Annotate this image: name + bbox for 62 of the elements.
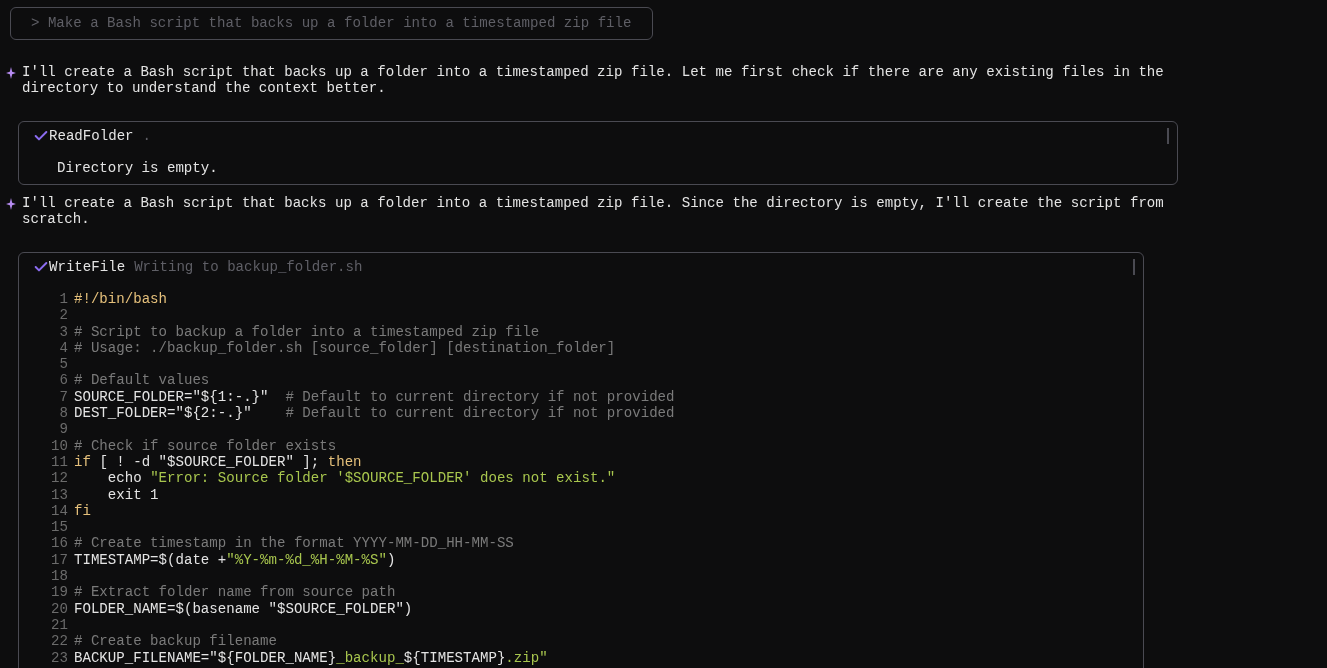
line-number: 11: [50, 453, 69, 471]
code-comment: # Check if source folder exists: [74, 437, 337, 454]
code-string: "%Y-%m-%d_%H-%M-%S": [226, 551, 387, 569]
line-number: 3: [58, 323, 69, 340]
line-number: 1: [58, 291, 69, 308]
scroll-indicator: [1133, 259, 1135, 275]
code-keyword: #!/bin/bash: [74, 291, 168, 308]
code-text: ${TIMESTAMP}: [403, 649, 506, 666]
tool-output: Directory is empty.: [57, 160, 219, 176]
tool-detail: Writing to backup_folder.sh: [134, 259, 363, 275]
sparkle-icon: [6, 67, 16, 79]
line-number: 22: [50, 633, 69, 650]
scroll-indicator: [1167, 128, 1169, 144]
line-number: 13: [50, 486, 69, 503]
code-text: FOLDER_NAME=$(basename "$SOURCE_FOLDER"): [74, 600, 413, 617]
code-comment: # Create backup filename: [74, 633, 277, 650]
line-number: 18: [50, 568, 69, 585]
code-string: "Error: Source folder '$SOURCE_FOLDER' does not exist.": [150, 470, 616, 487]
code-comment: # Usage: ./backup_folder.sh [source_folder] [destination_folder]: [74, 339, 616, 357]
code-string: _backup_: [336, 649, 404, 666]
line-number: 8: [58, 405, 69, 422]
code-keyword: fi: [74, 502, 91, 520]
code-text: TIMESTAMP=$(date +: [74, 551, 227, 569]
assistant-message: I'll create a Bash script that backs up a folder into a timestamped zip file. Let me first check if there are any existing files in the directory to understand the context better.: [22, 64, 1165, 96]
code-comment: # Extract folder name from source path: [74, 584, 396, 601]
code-comment: # Create timestamp in the format YYYY-MM-DD_HH-MM-SS: [74, 535, 514, 552]
line-number: 5: [58, 356, 69, 373]
code-string: .zip": [505, 649, 548, 666]
line-number: 17: [50, 551, 69, 569]
line-number: 15: [50, 519, 69, 536]
tool-name: ReadFolder: [49, 128, 134, 144]
line-number: 9: [58, 421, 69, 438]
line-number: 7: [58, 388, 69, 406]
code-text: BACKUP_FILENAME="${FOLDER_NAME}: [74, 649, 337, 666]
code-text: DEST_FOLDER="${2:-.}": [74, 405, 253, 422]
sparkle-icon: [6, 198, 16, 210]
code-keyword: if: [74, 453, 91, 471]
assistant-message: I'll create a Bash script that backs up a folder into a timestamped zip file. Since the directory is empty, I'll create the script from scratch.: [22, 195, 1165, 227]
line-number: 21: [50, 616, 69, 634]
line-number: 4: [58, 339, 69, 357]
line-number: 14: [50, 502, 69, 520]
code-comment: # Script to backup a folder into a timestamped zip file: [74, 323, 540, 340]
line-number: 19: [50, 584, 69, 601]
line-number: 12: [50, 470, 69, 487]
tool-name: WriteFile: [49, 259, 126, 275]
line-number: 23: [50, 649, 69, 666]
line-number: 20: [50, 600, 69, 617]
tool-detail: .: [142, 128, 152, 144]
prompt-field[interactable]: > Make a Bash script that backs up a folder into a timestamped zip file: [10, 7, 653, 40]
code-text: exit 1: [106, 486, 159, 503]
code-text: echo: [106, 470, 143, 487]
code-comment: # Default values: [74, 372, 210, 389]
line-number: 10: [50, 437, 69, 454]
line-number: 2: [58, 307, 69, 324]
line-number: 16: [50, 535, 69, 552]
code-text: SOURCE_FOLDER="${1:-.}": [74, 388, 270, 406]
code-keyword: then: [327, 453, 362, 471]
code-comment: # Default to current directory if not provided: [285, 388, 675, 406]
code-comment: # Default to current directory if not provided: [285, 405, 675, 422]
line-number: 6: [58, 372, 69, 389]
code-text: [ ! -d "$SOURCE_FOLDER" ];: [98, 453, 321, 471]
code-text: ): [386, 551, 396, 569]
